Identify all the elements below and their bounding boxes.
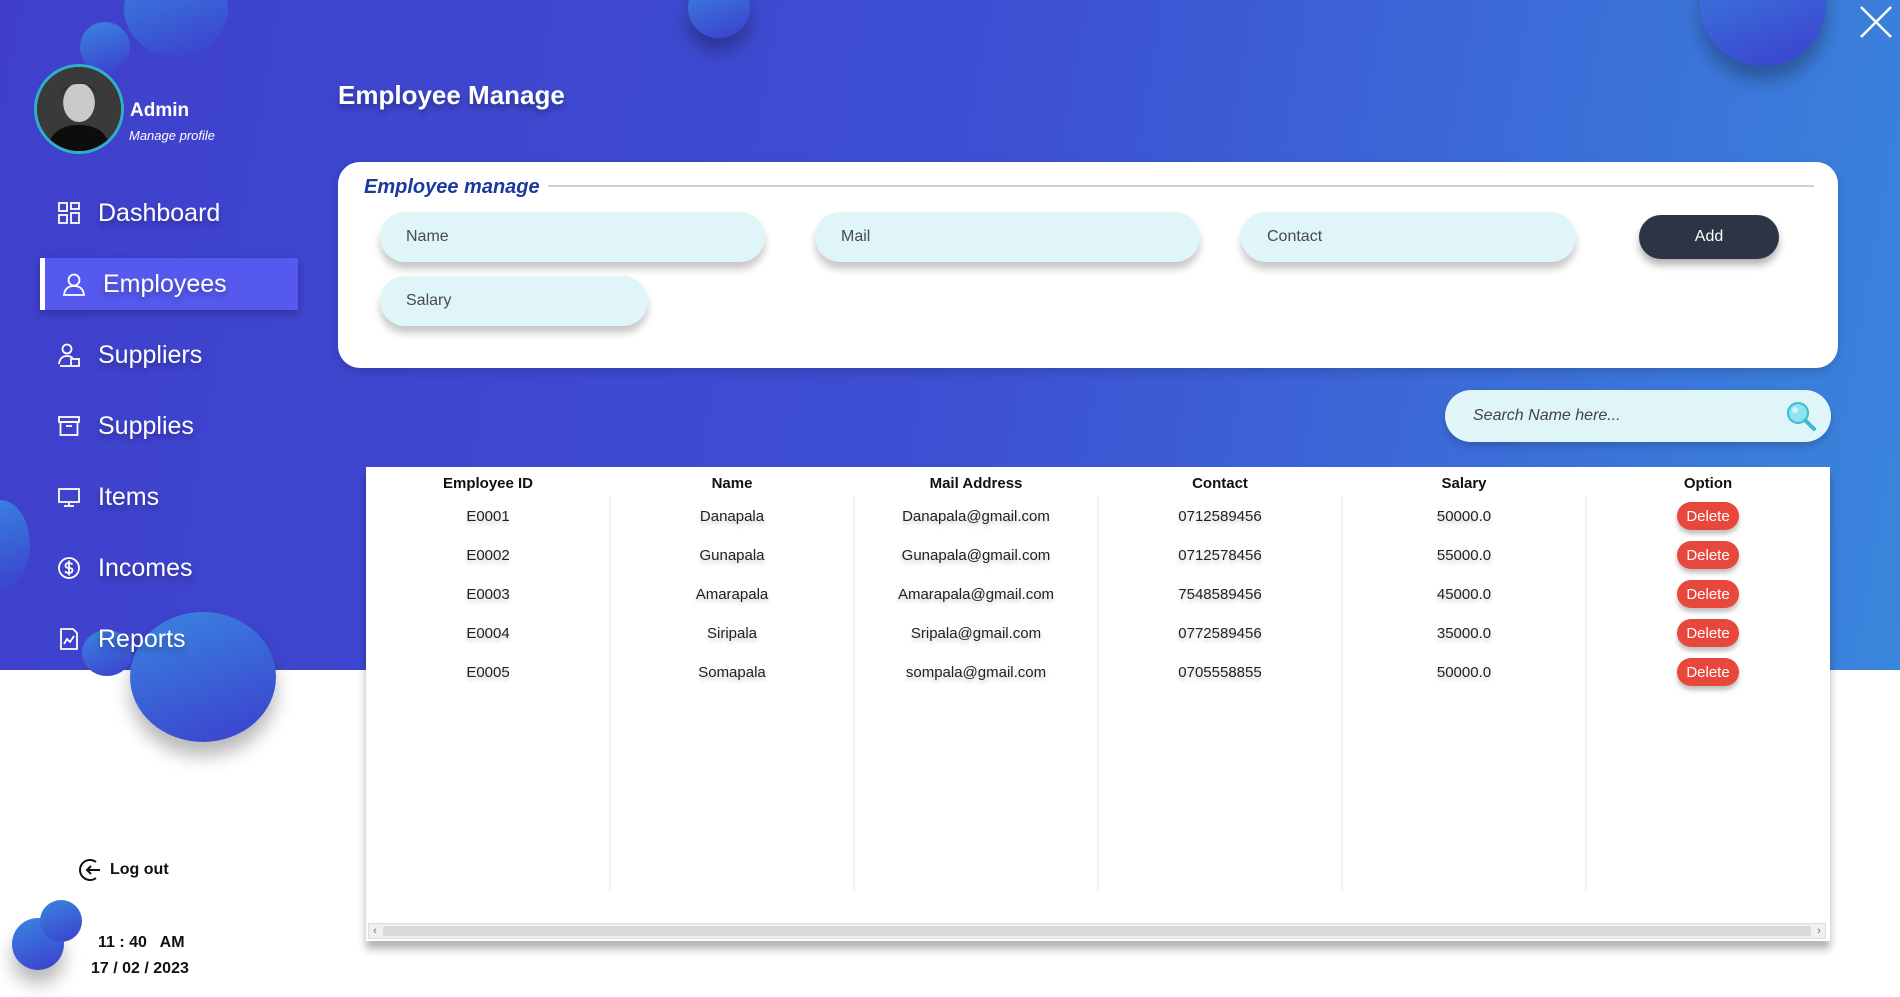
cell-salary[interactable]: 55000.0	[1342, 547, 1586, 564]
decor-bubble	[40, 900, 82, 942]
scroll-left-icon[interactable]: ‹	[369, 924, 381, 938]
column-header[interactable]: Contact	[1098, 475, 1342, 492]
page-title: Employee Manage	[338, 80, 565, 110]
cell-mail[interactable]: Sripala@gmail.com	[854, 625, 1098, 642]
monitor-icon	[54, 482, 84, 512]
clock-date: 17 / 02 / 2023	[91, 960, 189, 977]
cell-name[interactable]: Somapala	[610, 664, 854, 681]
manage-profile-link[interactable]: Manage profile	[129, 128, 215, 143]
cell-contact[interactable]: 7548589456	[1098, 586, 1342, 603]
employee-form-card: Employee manage Add	[338, 162, 1838, 368]
cell-contact[interactable]: 0772589456	[1098, 625, 1342, 642]
form-legend: Employee manage	[364, 176, 540, 198]
column-header[interactable]: Salary	[1342, 475, 1586, 492]
search-box	[1445, 390, 1831, 442]
salary-field[interactable]	[380, 276, 648, 326]
cell-mail[interactable]: Danapala@gmail.com	[854, 508, 1098, 525]
cell-employee-id[interactable]: E0003	[366, 586, 610, 603]
cell-salary[interactable]: 45000.0	[1342, 586, 1586, 603]
cell-name[interactable]: Gunapala	[610, 547, 854, 564]
sidebar-item-label: Employees	[103, 269, 227, 298]
report-icon	[54, 624, 84, 654]
column-header[interactable]: Employee ID	[366, 475, 610, 492]
cell-name[interactable]: Siripala	[610, 625, 854, 642]
scroll-right-icon[interactable]: ›	[1813, 924, 1825, 938]
cell-employee-id[interactable]: E0002	[366, 547, 610, 564]
search-input[interactable]	[1445, 390, 1775, 442]
cell-employee-id[interactable]: E0001	[366, 508, 610, 525]
sidebar-item-incomes[interactable]: Incomes	[40, 542, 298, 594]
cell-salary[interactable]: 35000.0	[1342, 625, 1586, 642]
cell-salary[interactable]: 50000.0	[1342, 508, 1586, 525]
sidebar-item-items[interactable]: Items	[40, 471, 298, 523]
sidebar-item-label: Supplies	[98, 411, 194, 440]
cell-mail[interactable]: Amarapala@gmail.com	[854, 586, 1098, 603]
contact-field[interactable]	[1241, 212, 1576, 262]
cell-mail[interactable]: Gunapala@gmail.com	[854, 547, 1098, 564]
cell-employee-id[interactable]: E0004	[366, 625, 610, 642]
sidebar-item-employees[interactable]: Employees	[40, 258, 298, 310]
cell-contact[interactable]: 0712578456	[1098, 547, 1342, 564]
cell-salary[interactable]: 50000.0	[1342, 664, 1586, 681]
sidebar-item-label: Dashboard	[98, 198, 221, 227]
close-icon[interactable]	[1856, 2, 1896, 42]
sidebar-item-reports[interactable]: Reports	[40, 613, 298, 665]
box-icon	[54, 411, 84, 441]
sidebar-item-label: Incomes	[98, 553, 193, 582]
divider	[548, 185, 1814, 187]
sidebar-item-dashboard[interactable]: Dashboard	[40, 187, 298, 239]
search-icon[interactable]	[1785, 400, 1817, 432]
cell-contact[interactable]: 0712589456	[1098, 508, 1342, 525]
delete-button[interactable]: Delete	[1677, 541, 1739, 569]
logout-label: Log out	[110, 861, 169, 878]
sidebar-item-supplies[interactable]: Supplies	[40, 400, 298, 452]
supplier-icon	[54, 340, 84, 370]
column-header[interactable]: Name	[610, 475, 854, 492]
delete-button[interactable]: Delete	[1677, 619, 1739, 647]
name-field[interactable]	[380, 212, 765, 262]
cell-contact[interactable]: 0705558855	[1098, 664, 1342, 681]
cell-employee-id[interactable]: E0005	[366, 664, 610, 681]
delete-button[interactable]: Delete	[1677, 502, 1739, 530]
column-header[interactable]: Option	[1586, 475, 1830, 492]
employee-table: Employee ID Name Mail Address Contact Sa…	[366, 467, 1830, 941]
sidebar-item-suppliers[interactable]: Suppliers	[40, 329, 298, 381]
user-icon	[59, 269, 89, 299]
mail-field[interactable]	[815, 212, 1200, 262]
cell-mail[interactable]: sompala@gmail.com	[854, 664, 1098, 681]
avatar[interactable]	[34, 64, 124, 154]
dashboard-icon	[54, 198, 84, 228]
scrollbar-thumb[interactable]	[383, 926, 1811, 936]
delete-button[interactable]: Delete	[1677, 658, 1739, 686]
logout-button[interactable]: Log out	[78, 856, 169, 884]
horizontal-scrollbar[interactable]: ‹ ›	[368, 923, 1826, 939]
add-button[interactable]: Add	[1639, 215, 1779, 259]
delete-button[interactable]: Delete	[1677, 580, 1739, 608]
admin-name: Admin	[130, 100, 190, 121]
column-header[interactable]: Mail Address	[854, 475, 1098, 492]
sidebar-item-label: Reports	[98, 624, 186, 653]
cell-name[interactable]: Amarapala	[610, 586, 854, 603]
sidebar-item-label: Items	[98, 482, 160, 511]
sidebar-item-label: Suppliers	[98, 340, 203, 369]
cell-name[interactable]: Danapala	[610, 508, 854, 525]
logout-icon	[79, 859, 100, 881]
dollar-icon	[54, 553, 84, 583]
clock-time: 11 : 40 AM	[98, 934, 185, 951]
